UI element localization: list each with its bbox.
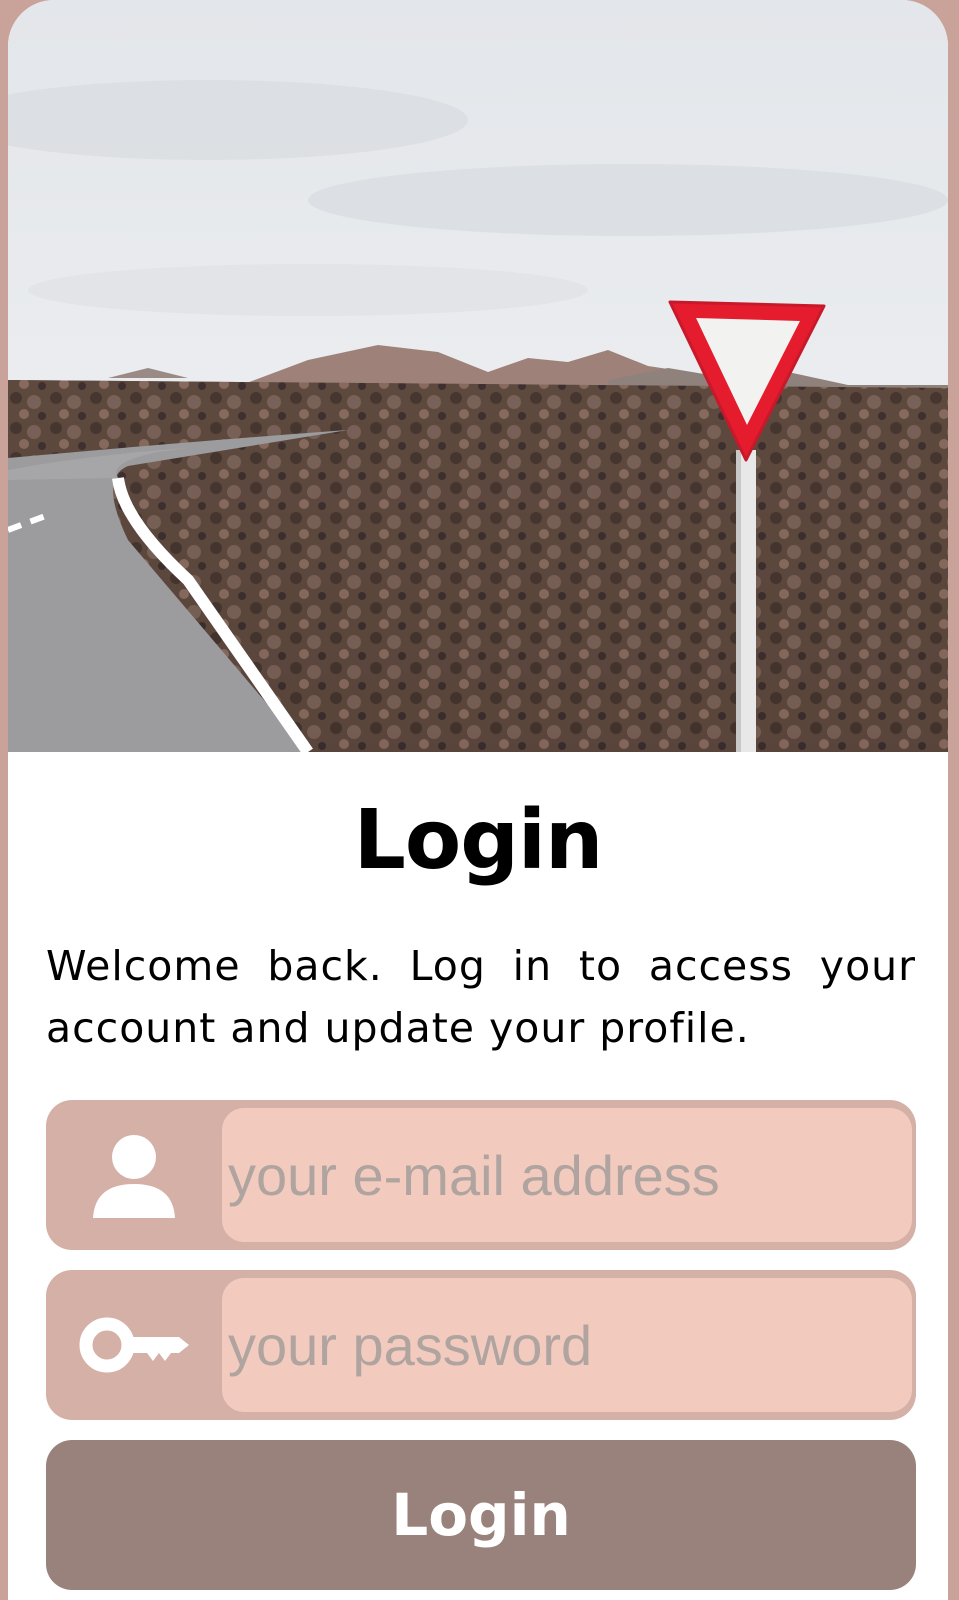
- password-field-group: [46, 1270, 916, 1420]
- password-input[interactable]: [222, 1278, 912, 1412]
- login-button[interactable]: Login: [46, 1440, 916, 1590]
- user-icon: [46, 1100, 222, 1250]
- email-input[interactable]: [222, 1108, 912, 1242]
- welcome-description: Welcome back. Log in to access your acco…: [46, 942, 916, 1052]
- key-icon: [46, 1270, 222, 1420]
- page-title: Login: [353, 793, 604, 888]
- email-field-group: [46, 1100, 916, 1250]
- login-card: Login Welcome back. Log in to access you…: [8, 0, 948, 1600]
- hero-image: [8, 0, 948, 752]
